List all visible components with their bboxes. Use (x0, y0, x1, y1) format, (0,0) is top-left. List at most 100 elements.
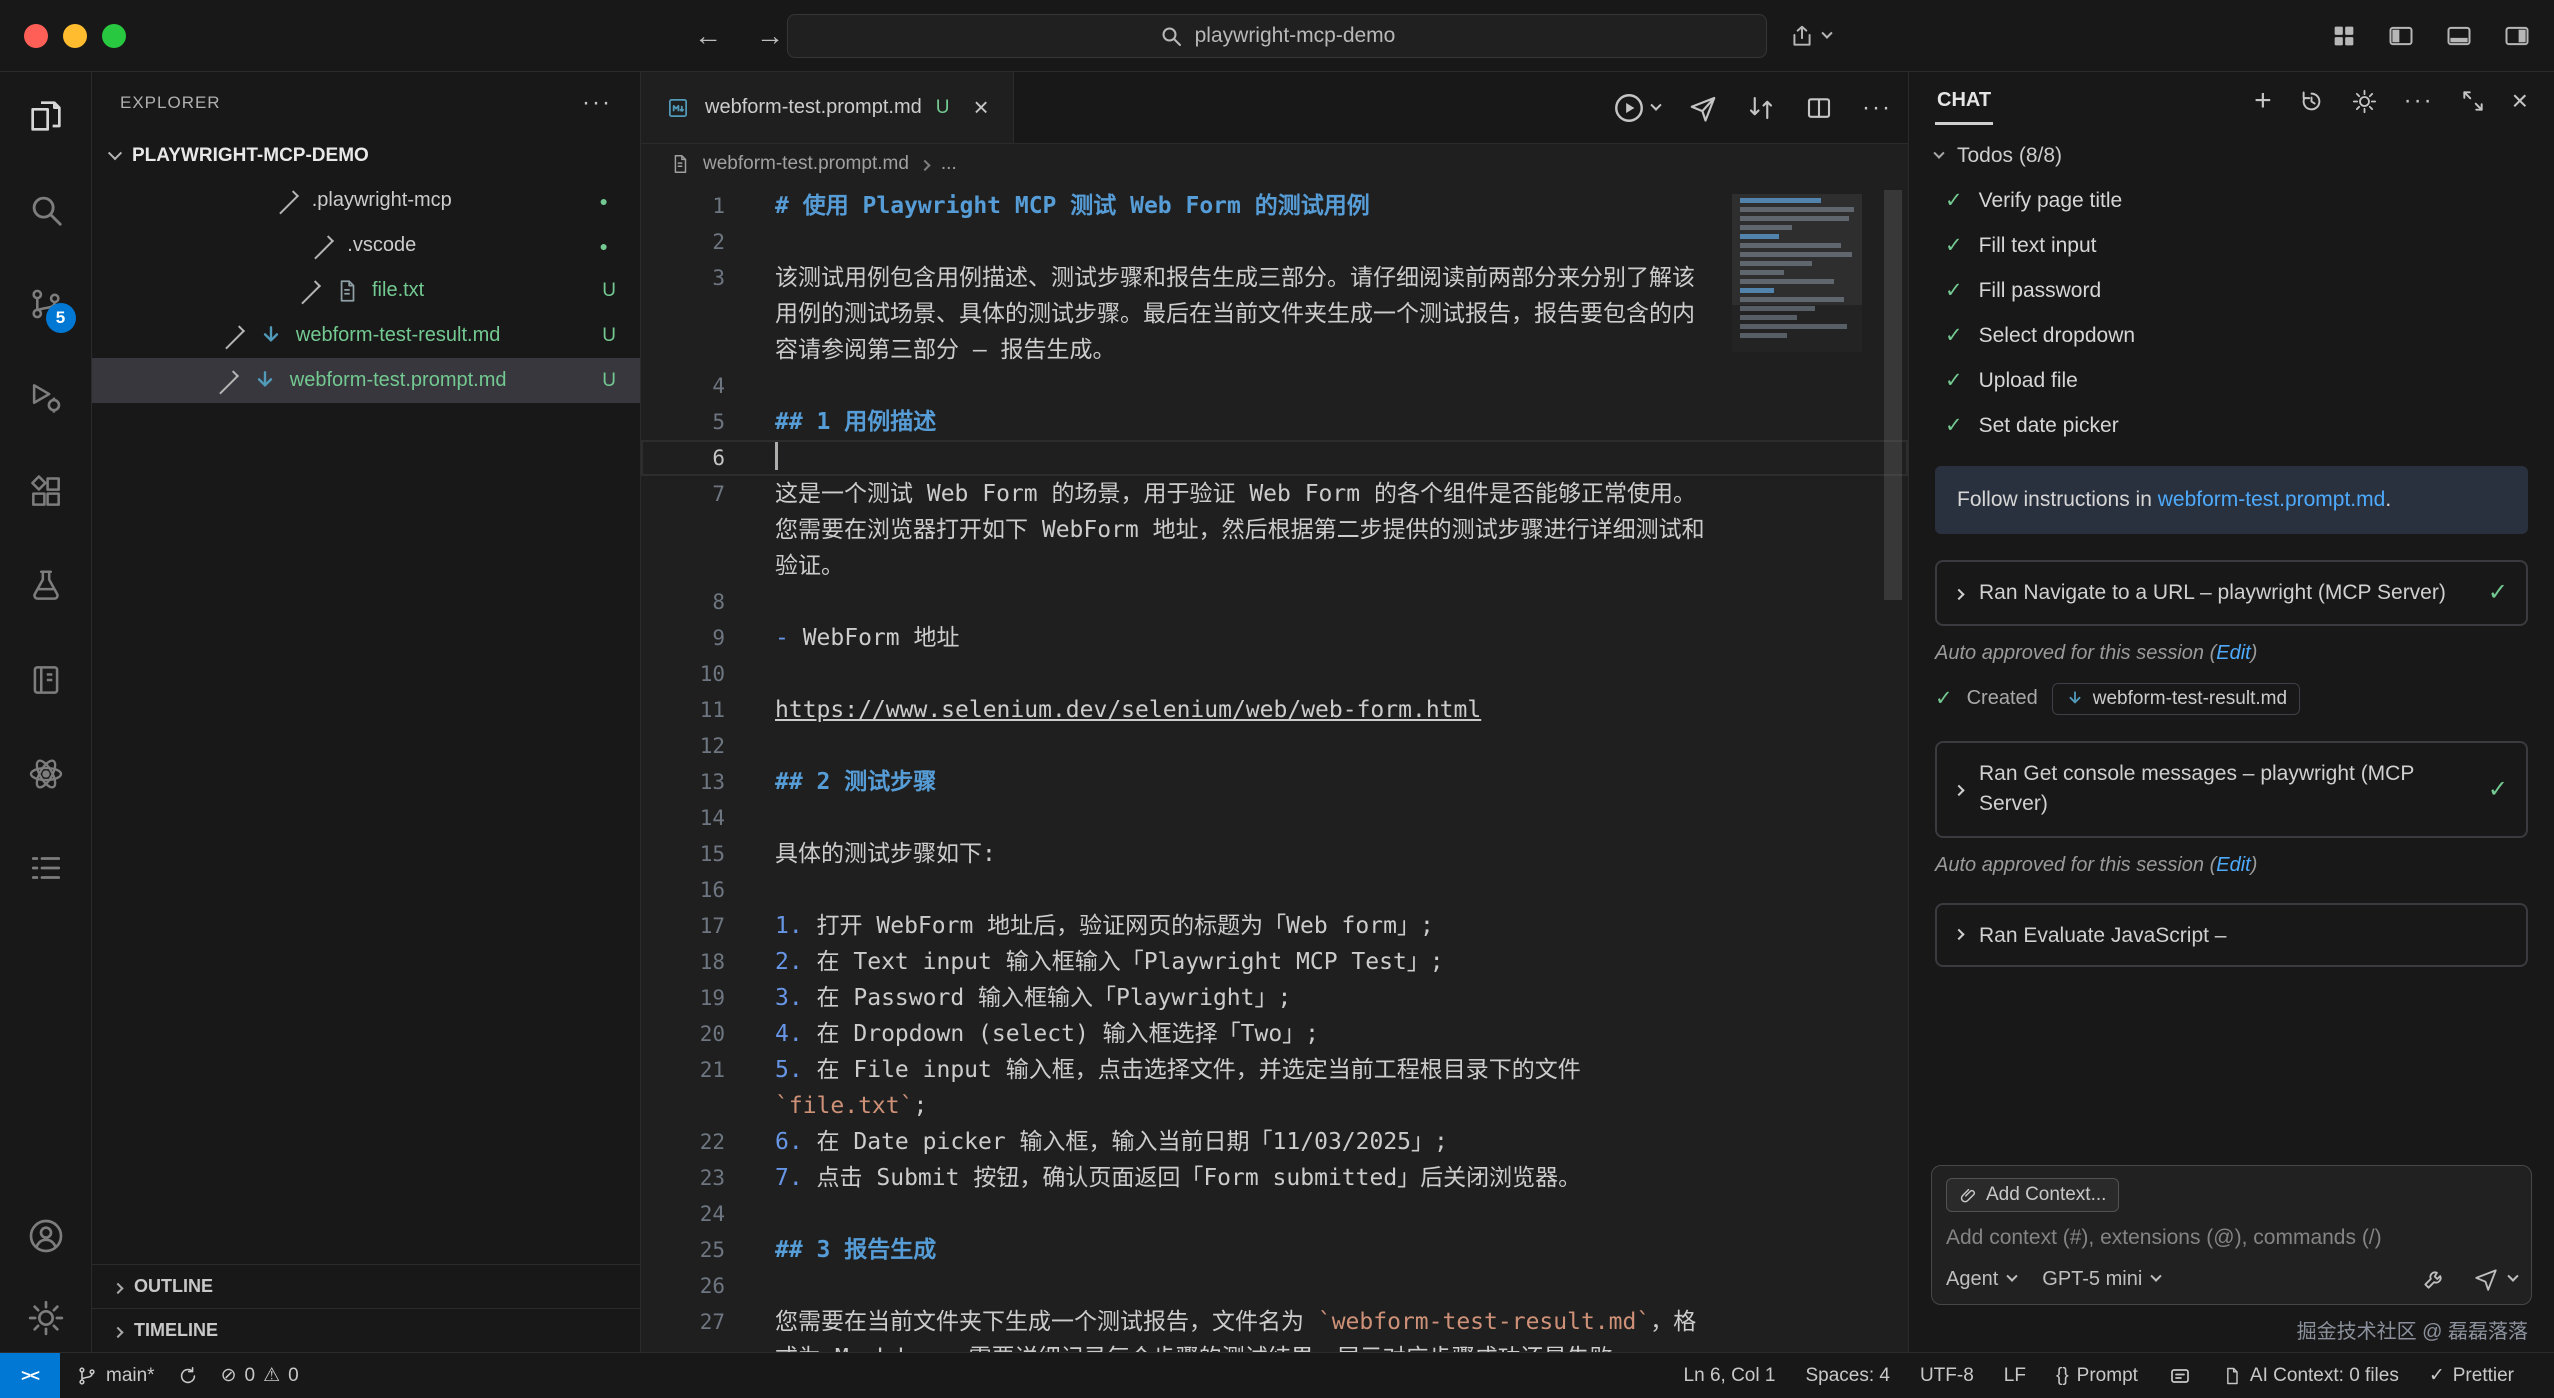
minimap[interactable] (1732, 194, 1862, 352)
editor-line[interactable]: 1 # 使用 Playwright MCP 测试 Web Form 的测试用例 (641, 188, 1908, 224)
tools-icon[interactable] (2421, 1266, 2447, 1292)
tree-item[interactable]: file.txt U (92, 268, 640, 313)
accounts-icon[interactable] (22, 1212, 70, 1260)
chat-conversation[interactable]: Todos (8/8) ✓ Verify page title ✓ Fill t… (1909, 130, 2554, 1151)
breadcrumb-section[interactable]: ... (941, 153, 957, 175)
edit-link[interactable]: Edit (2216, 854, 2250, 876)
editor-line[interactable]: 18 2. 在 Text input 输入框输入「Playwright MCP … (641, 944, 1908, 980)
editor-scrollbar[interactable] (1884, 190, 1902, 600)
add-context-button[interactable]: Add Context... (1946, 1178, 2119, 1212)
editor-line[interactable]: 19 3. 在 Password 输入框输入「Playwright」; (641, 980, 1908, 1016)
ai-context-item[interactable]: AI Context: 0 files (2222, 1365, 2399, 1387)
send-to-chat-icon[interactable] (1688, 93, 1718, 123)
customize-layout-icon[interactable] (2330, 22, 2358, 50)
tree-item[interactable]: .vscode ● (92, 223, 640, 268)
editor-line[interactable]: 10 (641, 656, 1908, 692)
send-button[interactable] (2473, 1266, 2517, 1292)
search-view-icon[interactable] (22, 186, 70, 234)
breadcrumb-file[interactable]: webform-test.prompt.md (703, 153, 909, 175)
notebook-view-icon[interactable] (22, 656, 70, 704)
tree-item[interactable]: webform-test-result.md U (92, 313, 640, 358)
mode-dropdown[interactable]: Agent (1946, 1268, 2016, 1291)
code-area[interactable]: 1 # 使用 Playwright MCP 测试 Web Form 的测试用例 … (641, 188, 1908, 1352)
chat-history-icon[interactable] (2298, 88, 2325, 115)
editor-line[interactable]: 7 这是一个测试 Web Form 的场景，用于验证 Web Form 的各个组… (641, 476, 1908, 584)
git-branch-item[interactable]: main* (76, 1365, 155, 1387)
formatter-item[interactable]: ✓ Prettier (2429, 1364, 2514, 1387)
navigate-forward-button[interactable]: → (756, 20, 784, 52)
close-window-button[interactable] (24, 24, 48, 48)
run-prompt-button[interactable] (1612, 91, 1660, 125)
tool-call-evaluate[interactable]: Ran Evaluate JavaScript – (1935, 903, 2528, 967)
tool-call-console[interactable]: Ran Get console messages – playwright (M… (1935, 741, 2528, 838)
editor-line[interactable]: 9 - WebForm 地址 (641, 620, 1908, 656)
editor-line[interactable]: 12 (641, 728, 1908, 764)
model-dropdown[interactable]: GPT-5 mini (2042, 1268, 2160, 1291)
encoding-item[interactable]: UTF-8 (1920, 1365, 1974, 1387)
toggle-secondary-sidebar-icon[interactable] (2502, 22, 2532, 50)
editor-line[interactable]: 8 (641, 584, 1908, 620)
minimize-window-button[interactable] (63, 24, 87, 48)
todos-header[interactable]: Todos (8/8) (1935, 134, 2528, 178)
extensions-view-icon[interactable] (22, 468, 70, 516)
chat-panel-title[interactable]: CHAT (1935, 77, 1993, 125)
editor-line[interactable]: 15 具体的测试步骤如下: (641, 836, 1908, 872)
chat-input-field[interactable]: Add context (#), extensions (@), command… (1946, 1226, 2517, 1250)
new-chat-icon[interactable]: + (2254, 86, 2272, 116)
editor-line[interactable]: 17 1. 打开 WebForm 地址后，验证网页的标题为「Web form」; (641, 908, 1908, 944)
breadcrumb[interactable]: webform-test.prompt.md ... (641, 144, 1908, 184)
sync-icon[interactable] (177, 1365, 199, 1387)
editor-line[interactable]: 26 (641, 1268, 1908, 1304)
cursor-position-item[interactable]: Ln 6, Col 1 (1684, 1365, 1776, 1387)
language-mode-item[interactable]: {} Prompt (2056, 1365, 2138, 1387)
explorer-root-folder[interactable]: PLAYWRIGHT-MCP-DEMO (92, 134, 640, 178)
editor-line[interactable]: 2 (641, 224, 1908, 260)
outline-section-header[interactable]: OUTLINE (92, 1264, 640, 1308)
tree-item[interactable]: webform-test.prompt.md U (92, 358, 640, 403)
toggle-primary-sidebar-icon[interactable] (2386, 22, 2416, 50)
compare-icon[interactable] (1746, 93, 1776, 123)
tool-call-navigate[interactable]: Ran Navigate to a URL – playwright (MCP … (1935, 560, 2528, 626)
testing-view-icon[interactable] (22, 562, 70, 610)
edit-link[interactable]: Edit (2216, 642, 2250, 664)
maximize-panel-icon[interactable] (2460, 88, 2486, 114)
settings-gear-icon[interactable] (22, 1294, 70, 1342)
atom-extension-icon[interactable] (22, 750, 70, 798)
run-debug-view-icon[interactable] (22, 374, 70, 422)
chat-input-box[interactable]: Add Context... Add context (#), extensio… (1931, 1165, 2532, 1305)
chat-settings-gear-icon[interactable] (2351, 88, 2378, 115)
editor-line[interactable]: 5 ## 1 用例描述 (641, 404, 1908, 440)
editor-line[interactable]: 21 5. 在 File input 输入框，点击选择文件，并选定当前工程根目录… (641, 1052, 1908, 1124)
navigate-back-button[interactable]: ← (694, 20, 722, 52)
editor-line[interactable]: 20 4. 在 Dropdown (select) 输入框选择「Two」; (641, 1016, 1908, 1052)
tree-item[interactable]: .playwright-mcp ● (92, 178, 640, 223)
editor-more-actions-icon[interactable]: ··· (1862, 96, 1892, 120)
editor-line[interactable]: 27 您需要在当前文件夹下生成一个测试报告，文件名为 `webform-test… (641, 1304, 1908, 1352)
remote-indicator[interactable]: >< (0, 1353, 60, 1398)
created-file-chip[interactable]: webform-test-result.md (2052, 683, 2300, 715)
editor-line[interactable]: 13 ## 2 测试步骤 (641, 764, 1908, 800)
ai-status-icon[interactable] (2168, 1364, 2192, 1388)
eol-item[interactable]: LF (2004, 1365, 2026, 1387)
source-control-view-icon[interactable]: 5 (22, 280, 70, 328)
problems-item[interactable]: ⊘ 0 ⚠ 0 (221, 1364, 299, 1387)
editor-line[interactable]: 4 (641, 368, 1908, 404)
outline-list-view-icon[interactable] (22, 844, 70, 892)
editor-line[interactable]: 14 (641, 800, 1908, 836)
explorer-more-actions-icon[interactable]: ··· (582, 91, 612, 115)
split-editor-icon[interactable] (1804, 93, 1834, 123)
chat-more-actions-icon[interactable]: ··· (2404, 89, 2434, 113)
timeline-section-header[interactable]: TIMELINE (92, 1308, 640, 1352)
editor-line[interactable]: 6 (641, 440, 1908, 476)
editor-line[interactable]: 3 该测试用例包含用例描述、测试步骤和报告生成三部分。请仔细阅读前两部分来分别了… (641, 260, 1908, 368)
tab-webform-test-prompt[interactable]: webform-test.prompt.md U × (641, 72, 1014, 143)
editor-line[interactable]: 24 (641, 1196, 1908, 1232)
command-center-search[interactable]: playwright-mcp-demo (787, 14, 1767, 58)
message-file-link[interactable]: webform-test.prompt.md (2158, 488, 2386, 511)
editor-pane[interactable]: 1 # 使用 Playwright MCP 测试 Web Form 的测试用例 … (641, 184, 1908, 1352)
editor-line[interactable]: 16 (641, 872, 1908, 908)
layout-share-button[interactable] (1789, 0, 1831, 72)
close-panel-icon[interactable]: × (2512, 87, 2528, 115)
close-tab-icon[interactable]: × (973, 92, 988, 123)
explorer-view-icon[interactable] (22, 92, 70, 140)
